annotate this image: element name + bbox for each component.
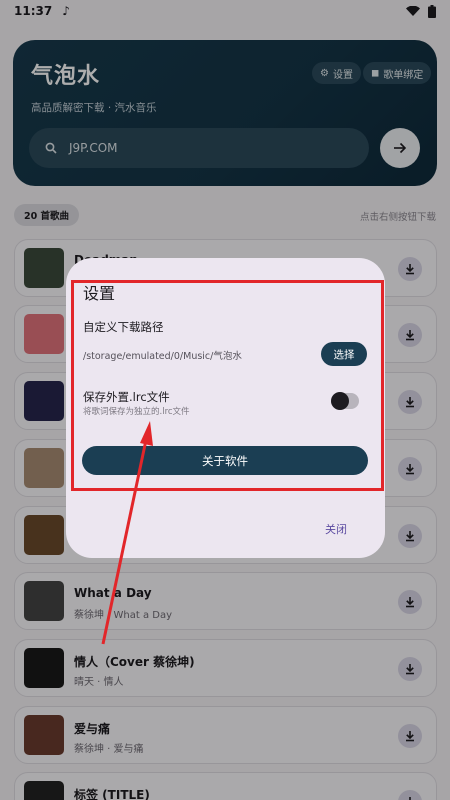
- app-screen: 11:37 ♪ 气泡水 高品质解密下载 · 汽水音乐 ⚙ 设置 ◼ 歌单绑定 J…: [0, 0, 450, 800]
- annotation-highlight-box: [71, 280, 384, 491]
- close-button[interactable]: 关闭: [325, 521, 347, 537]
